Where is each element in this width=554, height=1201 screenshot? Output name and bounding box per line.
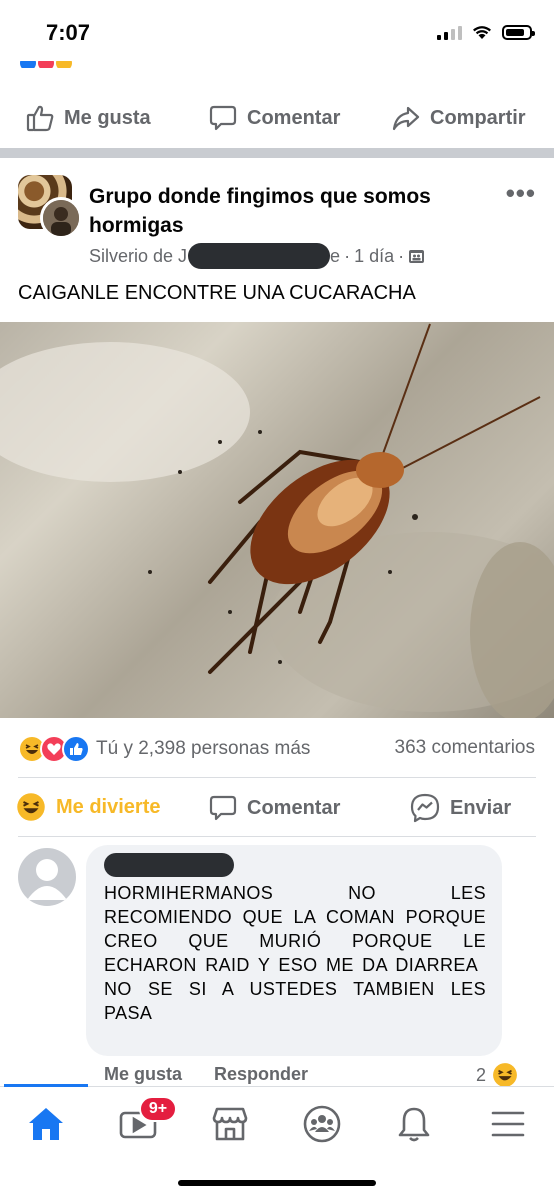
home-indicator <box>178 1180 376 1186</box>
send-button[interactable]: Enviar <box>410 793 511 823</box>
haha-reaction-button[interactable]: Me divierte <box>16 792 160 822</box>
comment-reply-button[interactable]: Responder <box>214 1064 308 1085</box>
comment-button[interactable]: Comentar <box>209 794 340 822</box>
post-meta: Silverio de J e · 1 día · <box>89 243 425 269</box>
haha-reaction-icon <box>493 1063 517 1087</box>
watch-notification-badge: 9+ <box>139 1096 177 1122</box>
comments-count[interactable]: 363 comentarios <box>395 737 535 759</box>
comment-label: Comentar <box>247 106 341 129</box>
groups-icon <box>303 1105 341 1143</box>
comment-button[interactable]: Comentar <box>209 104 340 132</box>
battery-icon <box>502 24 535 40</box>
active-tab-indicator <box>4 1084 88 1087</box>
group-name[interactable]: Grupo donde fingimos que somos hormigas <box>89 182 459 240</box>
home-icon <box>29 1108 63 1140</box>
reactions-summary[interactable]: Tú y 2,398 personas más <box>18 735 310 763</box>
haha-emoji-icon <box>17 793 45 821</box>
post-text: CAIGANLE ENCONTRE UNA CUCARACHA <box>18 282 416 304</box>
send-label: Enviar <box>450 796 512 819</box>
nav-menu[interactable] <box>486 1104 530 1144</box>
like-label: Me gusta <box>64 106 151 129</box>
menu-icon <box>491 1111 525 1137</box>
post-time[interactable]: 1 día <box>354 246 394 267</box>
commenter-avatar[interactable] <box>18 848 76 906</box>
comment-text: HORMIHERMANOS NO LES RECOMIENDO QUE LA C… <box>104 883 486 1023</box>
marketplace-icon <box>212 1107 248 1141</box>
share-button[interactable]: Compartir <box>392 104 526 132</box>
comment-reaction-count: 2 <box>475 1064 486 1085</box>
status-time: 7:07 <box>46 20 91 45</box>
haha-reaction-label: Me divierte <box>56 795 161 818</box>
nav-notifications[interactable] <box>392 1104 436 1144</box>
comment-like-button[interactable]: Me gusta <box>104 1064 182 1085</box>
post-image-cockroach[interactable] <box>0 322 554 718</box>
nav-marketplace[interactable] <box>208 1104 252 1144</box>
comment-icon <box>209 105 237 131</box>
author-name-prefix[interactable]: Silverio de J <box>89 246 187 267</box>
divider <box>18 836 536 837</box>
more-options-icon[interactable]: ••• <box>506 178 536 209</box>
thumbs-up-icon <box>26 105 54 132</box>
author-name-suffix[interactable]: e <box>330 246 340 267</box>
post-separator <box>0 148 554 158</box>
nav-home[interactable] <box>24 1104 68 1144</box>
like-button[interactable]: Me gusta <box>26 104 151 132</box>
reactions-count-text: Tú y 2,398 personas más <box>96 738 311 759</box>
group-privacy-icon <box>409 249 425 263</box>
status-icons <box>437 24 535 40</box>
comment-label: Comentar <box>247 796 341 819</box>
nav-groups[interactable] <box>300 1104 344 1144</box>
redacted-author-name <box>188 243 331 269</box>
comment-icon <box>209 795 237 821</box>
share-icon <box>392 106 420 131</box>
divider <box>18 777 536 778</box>
author-avatar[interactable] <box>40 197 82 239</box>
like-reaction-icon <box>62 735 90 763</box>
share-label: Compartir <box>430 106 526 129</box>
previous-post-reactions-strip <box>0 58 554 68</box>
comment-actions: Me gusta Responder <box>104 1064 308 1085</box>
notifications-icon <box>398 1107 430 1142</box>
messenger-icon <box>410 793 440 823</box>
comment-reactions[interactable]: 2 <box>476 1062 518 1088</box>
redacted-commenter-name <box>104 853 234 877</box>
signal-icon <box>437 24 462 40</box>
wifi-icon <box>473 25 491 39</box>
